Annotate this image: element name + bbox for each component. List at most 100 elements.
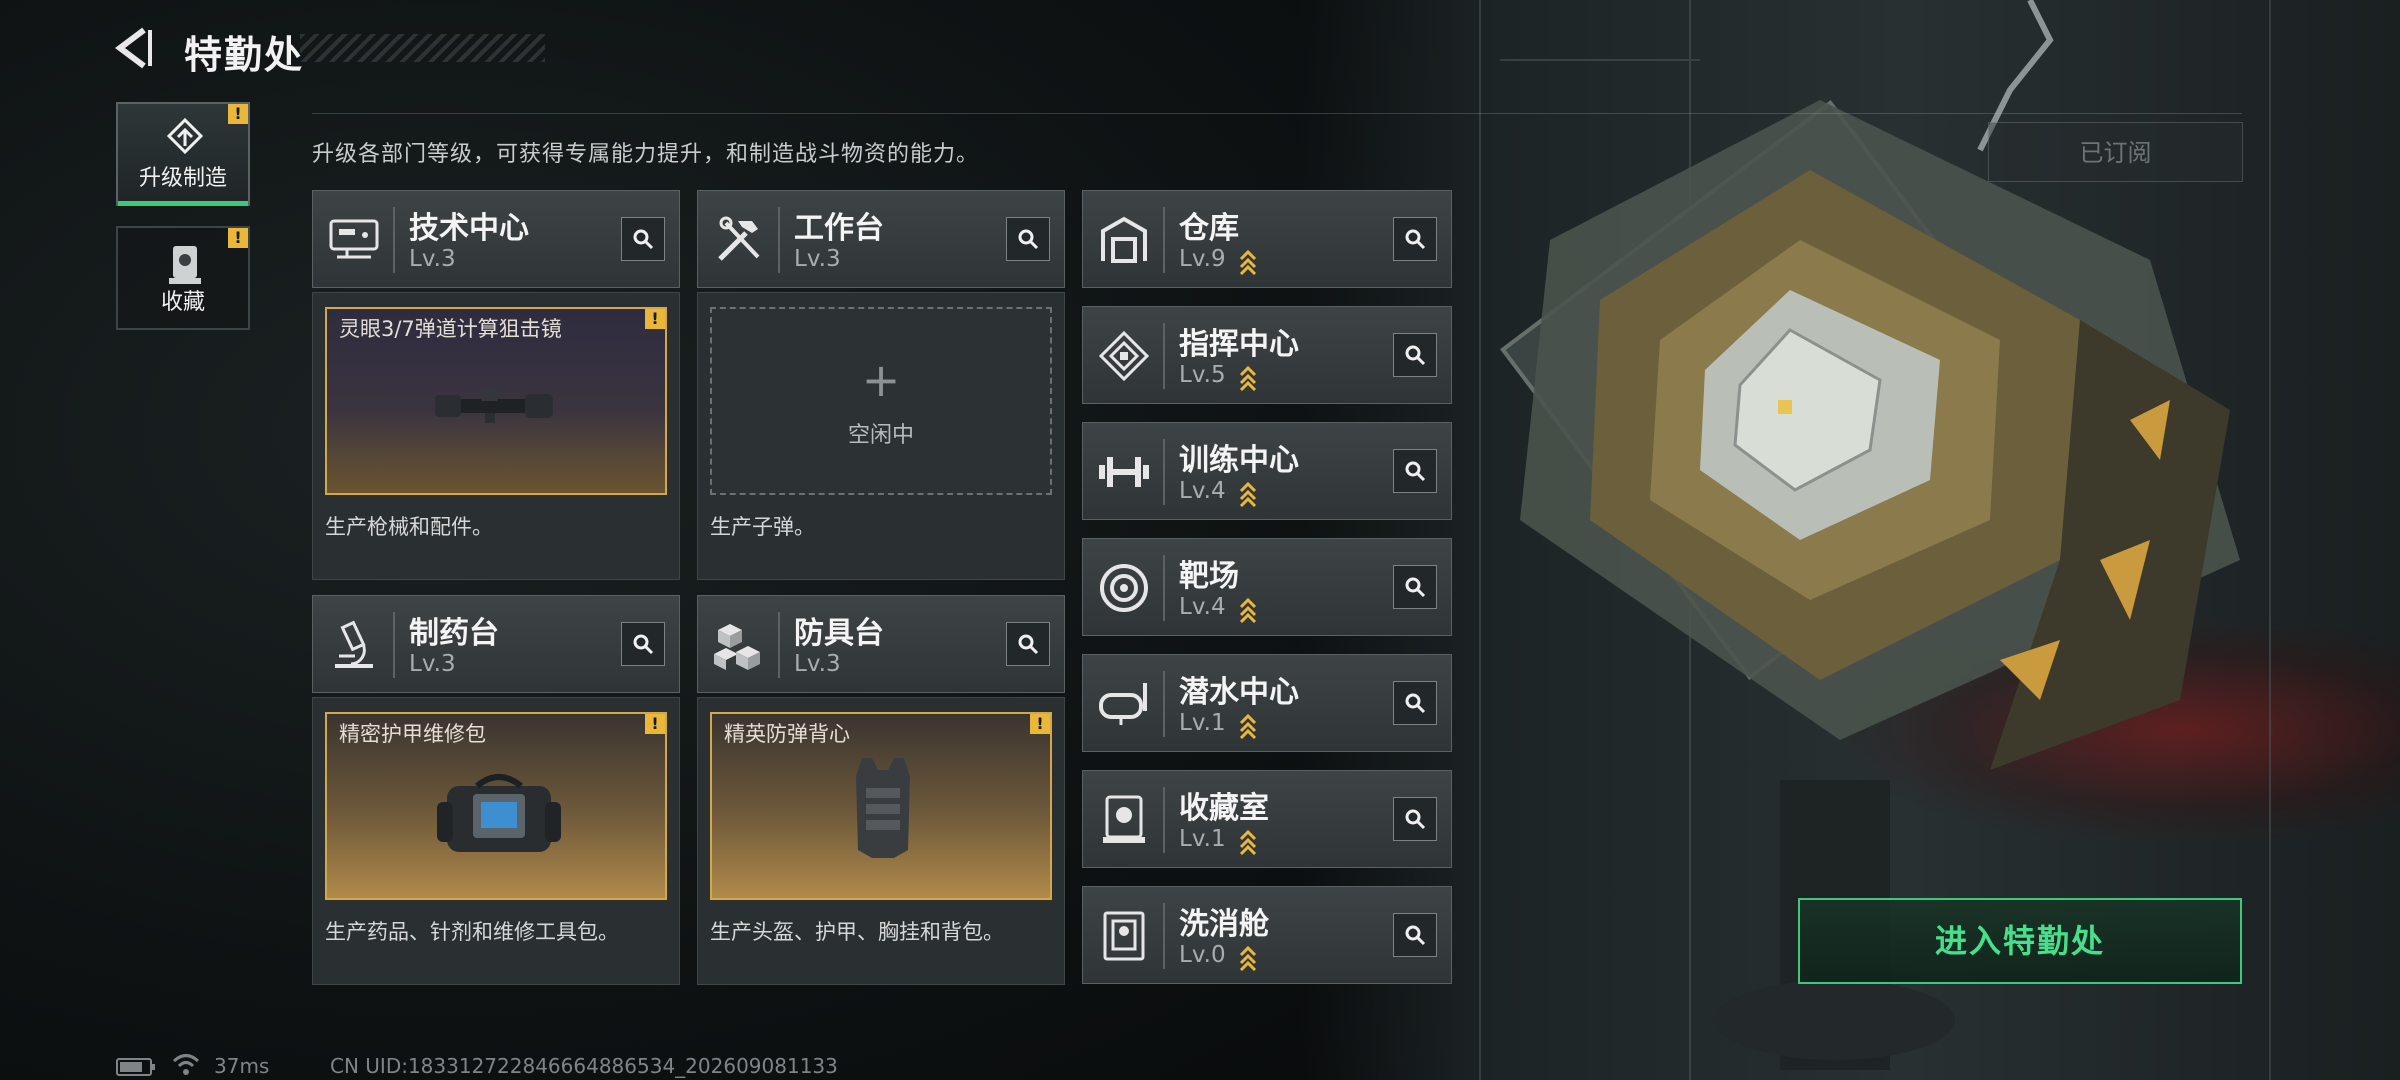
dept-name: 工作台 — [794, 211, 884, 246]
dept-name: 技术中心 — [409, 211, 529, 246]
dept-body-armor: 精英防弹背心 ! 生产头盔、护甲、胸挂和背包。 — [697, 697, 1065, 985]
dept-name: 靶场 — [1179, 559, 1239, 594]
dept-list-item[interactable]: 训练中心 Lv.4 — [1082, 422, 1452, 520]
search-button[interactable] — [1393, 217, 1437, 261]
tab-upgrade-craft[interactable]: 升级制造 ! — [116, 102, 250, 206]
dept-level: Lv.5 — [1179, 362, 1226, 388]
dept-list-item[interactable]: 收藏室 Lv.1 — [1082, 770, 1452, 868]
search-icon — [1405, 693, 1426, 714]
craft-slot[interactable]: 精密护甲维修包 ! — [325, 712, 667, 900]
level-up-icon — [1239, 365, 1257, 392]
warning-badge: ! — [645, 714, 665, 734]
dept-level: Lv.4 — [1179, 478, 1226, 504]
dept-description: 生产头盔、护甲、胸挂和背包。 — [710, 920, 1004, 944]
craft-slot[interactable]: 灵眼3/7弹道计算狙击镜 ! — [325, 307, 667, 495]
level-up-icon — [1239, 597, 1257, 624]
level-up-icon — [1239, 829, 1257, 856]
back-arrow-icon[interactable] — [110, 24, 158, 72]
dept-level: Lv.9 — [1179, 246, 1226, 272]
warning-badge: ! — [1030, 714, 1050, 734]
dept-level: Lv.3 — [409, 651, 456, 677]
hint-text: 升级各部门等级，可获得专属能力提升，和制造战斗物资的能力。 — [312, 142, 980, 167]
dept-description: 生产子弹。 — [710, 515, 815, 539]
diving-mask-icon — [1099, 683, 1147, 725]
craft-item-name: 精密护甲维修包 — [339, 722, 486, 746]
search-button[interactable] — [1393, 913, 1437, 957]
search-button[interactable] — [1006, 217, 1050, 261]
scope-icon — [435, 389, 553, 423]
dept-list-item[interactable]: 仓库 Lv.9 — [1082, 190, 1452, 288]
level-up-icon — [1239, 481, 1257, 508]
dept-level: Lv.0 — [1179, 942, 1226, 968]
microscope-icon — [335, 620, 373, 668]
dept-body-workbench: + 空闲中 生产子弹。 — [697, 292, 1065, 580]
search-icon — [1405, 345, 1426, 366]
ping-text: 37ms — [214, 1054, 270, 1078]
dept-name: 防具台 — [794, 616, 884, 651]
tab-upgrade-label: 升级制造 — [138, 166, 227, 191]
header-divider — [778, 207, 780, 273]
subscribed-button[interactable]: 已订阅 — [1988, 122, 2243, 182]
level-up-icon — [1239, 249, 1257, 276]
dept-body-tech-center: 灵眼3/7弹道计算狙击镜 ! 生产枪械和配件。 — [312, 292, 680, 580]
dept-card-pharmacy[interactable]: 制药台 Lv.3 — [312, 595, 680, 693]
dept-list-item[interactable]: 洗消舱 Lv.0 — [1082, 886, 1452, 984]
header-divider — [1163, 787, 1165, 853]
search-button[interactable] — [1393, 449, 1437, 493]
search-button[interactable] — [621, 217, 665, 261]
dept-name: 潜水中心 — [1179, 675, 1299, 710]
search-icon — [1018, 229, 1039, 250]
level-up-icon — [1239, 713, 1257, 740]
repair-kit-icon — [437, 774, 561, 852]
header-divider — [393, 612, 395, 678]
empty-craft-slot[interactable]: + 空闲中 — [710, 307, 1052, 495]
header-divider — [393, 207, 395, 273]
dept-list-item[interactable]: 靶场 Lv.4 — [1082, 538, 1452, 636]
dept-name: 收藏室 — [1179, 791, 1269, 826]
search-icon — [1018, 634, 1039, 655]
header-divider — [1163, 439, 1165, 505]
dept-card-workbench[interactable]: 工作台 Lv.3 — [697, 190, 1065, 288]
enter-special-ops-button[interactable]: 进入特勤处 — [1798, 898, 2242, 984]
warning-badge: ! — [645, 309, 665, 329]
page-title: 特勤处 — [184, 33, 305, 77]
search-button[interactable] — [1393, 333, 1437, 377]
dept-name: 制药台 — [409, 616, 499, 651]
dept-name: 训练中心 — [1179, 443, 1299, 478]
header-divider — [778, 612, 780, 678]
dept-card-tech-center[interactable]: 技术中心 Lv.3 — [312, 190, 680, 288]
tab-collection[interactable]: 收藏 ! — [116, 226, 250, 330]
search-button[interactable] — [1393, 565, 1437, 609]
target-icon — [1100, 564, 1148, 612]
dept-level: Lv.1 — [1179, 826, 1226, 852]
wifi-icon — [172, 1054, 200, 1075]
dept-name: 仓库 — [1179, 211, 1239, 246]
decon-chamber-icon — [1103, 911, 1145, 961]
dept-description: 生产药品、针剂和维修工具包。 — [325, 920, 619, 944]
dept-card-armor[interactable]: 防具台 Lv.3 — [697, 595, 1065, 693]
dept-level: Lv.4 — [1179, 594, 1226, 620]
level-up-icon — [1239, 945, 1257, 972]
header-divider — [1163, 671, 1165, 737]
search-button[interactable] — [621, 622, 665, 666]
header-divider — [1163, 207, 1165, 273]
craft-slot[interactable]: 精英防弹背心 ! — [710, 712, 1052, 900]
craft-item-name: 灵眼3/7弹道计算狙击镜 — [339, 317, 562, 341]
search-button[interactable] — [1006, 622, 1050, 666]
dept-level: Lv.3 — [794, 246, 841, 272]
search-button[interactable] — [1393, 797, 1437, 841]
upgrade-icon — [166, 118, 204, 155]
dept-level: Lv.1 — [1179, 710, 1226, 736]
tools-icon — [718, 216, 760, 261]
search-icon — [1405, 925, 1426, 946]
search-icon — [633, 634, 654, 655]
dept-list-item[interactable]: 指挥中心 Lv.5 — [1082, 306, 1452, 404]
dept-name: 洗消舱 — [1179, 907, 1269, 942]
command-center-icon — [1098, 330, 1150, 382]
search-button[interactable] — [1393, 681, 1437, 725]
dept-level: Lv.3 — [409, 246, 456, 272]
dept-level: Lv.3 — [794, 651, 841, 677]
dept-list-item[interactable]: 潜水中心 Lv.1 — [1082, 654, 1452, 752]
vest-icon — [856, 758, 910, 858]
display-case-icon — [1103, 795, 1145, 843]
